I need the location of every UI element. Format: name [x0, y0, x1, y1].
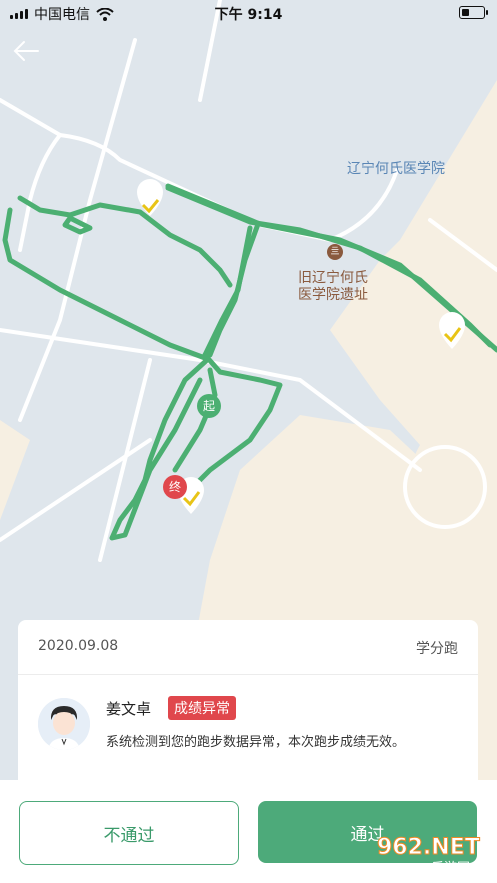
landmark-icon: 亖	[327, 244, 343, 260]
back-arrow-icon[interactable]	[12, 38, 42, 64]
card-header: 2020.09.08 学分跑	[18, 620, 478, 675]
map-label-site-line2: 医学院遗址	[298, 287, 368, 303]
status-badge: 成绩异常	[168, 696, 236, 720]
map-label-college: 辽宁何氏医学院	[347, 161, 445, 177]
site-watermark: 962.NET 乐游网	[377, 835, 481, 877]
map-label-site: 旧辽宁何氏 医学院遗址	[298, 270, 368, 304]
map-label-site-line1: 旧辽宁何氏	[298, 270, 368, 286]
run-type: 学分跑	[416, 641, 458, 657]
battery-level	[462, 9, 469, 16]
reject-button[interactable]: 不通过	[19, 801, 239, 865]
start-marker[interactable]: 起	[197, 394, 221, 418]
anomaly-message: 系统检测到您的跑步数据异常，本次跑步成绩无效。	[106, 735, 406, 750]
run-record-card: 2020.09.08 学分跑 姜文卓 成绩异常 系统检测到您的跑步数据异常，本次…	[18, 620, 478, 790]
student-name: 姜文卓	[106, 700, 152, 718]
status-time: 下午 9:14	[214, 7, 283, 23]
status-bar: 中国电信 下午 9:14	[0, 0, 497, 26]
battery-icon	[459, 6, 488, 19]
avatar	[38, 698, 90, 750]
watermark-brand: 962.NET	[377, 835, 480, 860]
run-date: 2020.09.08	[38, 638, 119, 654]
watermark-caption: 乐游网	[431, 861, 470, 876]
end-marker[interactable]: 终	[163, 475, 187, 499]
